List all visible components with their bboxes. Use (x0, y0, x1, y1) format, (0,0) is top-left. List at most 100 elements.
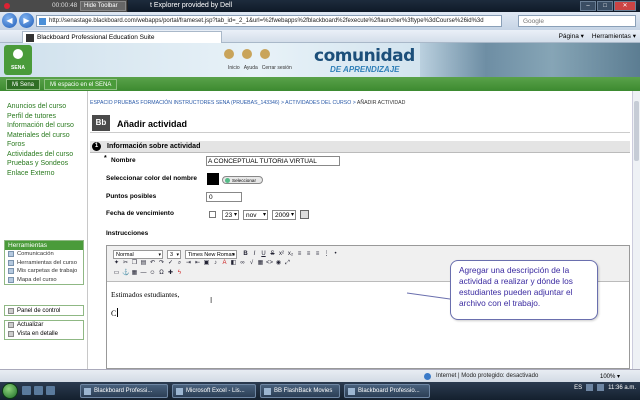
switch-windows-icon[interactable] (34, 386, 43, 395)
table-icon[interactable]: ▦ (257, 260, 264, 267)
help-icon[interactable] (242, 49, 252, 59)
editor-line-1[interactable]: Estimados estudiantes, (111, 290, 179, 299)
minimize-button[interactable]: – (580, 1, 596, 11)
back-icon[interactable]: ◀ (2, 13, 17, 28)
copy-icon[interactable]: ❐ (131, 260, 138, 267)
task-blackboard-2[interactable]: Blackboard Professio... (344, 384, 430, 398)
task-flashback[interactable]: BB FlashBack Movies (260, 384, 340, 398)
menu-item-pruebas[interactable]: Pruebas y Sondeos (7, 160, 87, 169)
html-icon[interactable]: <> (266, 260, 273, 267)
font-size-select[interactable]: 3 (167, 250, 181, 259)
insert-table-icon[interactable]: ▦ (131, 270, 138, 277)
select-color-button[interactable]: Seleccionar (222, 176, 263, 184)
subscript-icon[interactable]: x₂ (287, 251, 294, 258)
spellcheck-icon[interactable]: ✓ (167, 260, 174, 267)
indent-icon[interactable]: ⇥ (185, 260, 192, 267)
search-input[interactable]: Google (518, 15, 636, 27)
calendar-icon[interactable] (300, 210, 309, 219)
tool-carpetas[interactable]: Mis carpetas de trabajo (5, 267, 83, 276)
paste-icon[interactable]: ▤ (140, 260, 147, 267)
browser-tab[interactable]: Blackboard Professional Education Suite (22, 31, 222, 43)
tab-mi-sena[interactable]: Mi Sena (6, 79, 41, 90)
show-desktop-icon[interactable] (22, 386, 31, 395)
text-color-icon[interactable]: A (221, 260, 228, 267)
refresh-link[interactable]: Actualizar (5, 321, 83, 330)
tab-mi-espacio[interactable]: Mi espacio en el SENA (44, 79, 118, 90)
highlight-icon[interactable]: ◧ (230, 260, 237, 267)
font-family-select[interactable]: Times New Roman (185, 250, 237, 259)
editor-line-2[interactable]: C (111, 309, 116, 318)
menu-item-perfil[interactable]: Perfil de tutores (7, 113, 87, 122)
page-scrollbar[interactable] (632, 91, 640, 369)
symbol-icon[interactable]: Ω (158, 270, 165, 277)
align-left-icon[interactable]: ≡ (296, 251, 303, 258)
menu-item-anuncios[interactable]: Anuncios del curso (7, 103, 87, 112)
anchor-icon[interactable]: ⚓ (122, 270, 129, 277)
superscript-icon[interactable]: x² (278, 251, 285, 258)
home-link[interactable]: Inicio (228, 65, 240, 71)
bold-icon[interactable]: B (242, 251, 249, 258)
network-icon[interactable] (586, 384, 594, 391)
task-excel[interactable]: Microsoft Excel - Lis... (172, 384, 256, 398)
logout-icon[interactable] (260, 49, 270, 59)
flash-icon[interactable]: ϟ (176, 270, 183, 277)
align-center-icon[interactable]: ≡ (305, 251, 312, 258)
points-input[interactable]: 0 (206, 192, 242, 202)
language-indicator[interactable]: ES (574, 385, 582, 391)
paragraph-style-select[interactable]: Normal (113, 250, 163, 259)
tool-comunicacion[interactable]: Comunicación (5, 250, 83, 259)
volume-icon[interactable] (597, 384, 605, 391)
mashup-icon[interactable]: ✚ (167, 270, 174, 277)
menu-item-actividades[interactable]: Actividades del curso (7, 151, 87, 160)
tool-mapa[interactable]: Mapa del curso (5, 276, 83, 285)
menu-item-foros[interactable]: Foros (7, 141, 87, 150)
bullet-list-icon[interactable]: • (332, 251, 339, 258)
media-icon[interactable]: ♪ (212, 260, 219, 267)
hr-icon[interactable]: ― (140, 270, 147, 277)
numbered-list-icon[interactable]: ⋮ (323, 251, 330, 258)
align-right-icon[interactable]: ≡ (314, 251, 321, 258)
due-month-select[interactable]: nov (243, 210, 268, 220)
hide-toolbar-button[interactable]: Hide Toolbar (80, 1, 126, 11)
detail-view-link[interactable]: Vista en detalle (5, 330, 83, 339)
outdent-icon[interactable]: ⇤ (194, 260, 201, 267)
maximize-button[interactable]: □ (597, 1, 613, 11)
math-icon[interactable]: √ (248, 260, 255, 267)
start-button[interactable] (2, 383, 18, 399)
zoom-level[interactable]: 100% ▾ (600, 373, 620, 380)
forward-icon[interactable]: ▶ (19, 13, 34, 28)
task-blackboard-1[interactable]: Blackboard Professi... (80, 384, 168, 398)
attach-file-icon[interactable]: ▭ (113, 270, 120, 277)
control-panel-link[interactable]: Panel de control (4, 305, 84, 316)
logout-link[interactable]: Cerrar sesión (262, 65, 292, 71)
due-date-checkbox[interactable] (209, 211, 216, 218)
sena-logo[interactable]: SENA (4, 45, 32, 75)
image-icon[interactable]: ▣ (203, 260, 210, 267)
breadcrumb-activities[interactable]: ACTIVIDADES DEL CURSO (285, 100, 351, 106)
clock[interactable]: 11:36 a.m. (608, 385, 636, 391)
browser-launch-icon[interactable] (46, 386, 55, 395)
cut-icon[interactable]: ✂ (122, 260, 129, 267)
find-icon[interactable]: ⌕ (176, 260, 183, 267)
scrollbar-thumb[interactable] (634, 101, 639, 161)
url-input[interactable]: http://senastage.blackboard.com/webapps/… (36, 15, 502, 27)
underline-icon[interactable]: U (260, 251, 267, 258)
page-menu[interactable]: Página ▾ (559, 32, 584, 40)
strikethrough-icon[interactable]: S (269, 251, 276, 258)
redo-icon[interactable]: ↷ (158, 260, 165, 267)
due-day-select[interactable]: 23 (222, 210, 239, 220)
menu-item-informacion[interactable]: Información del curso (7, 122, 87, 131)
italic-icon[interactable]: I (251, 251, 258, 258)
fullscreen-icon[interactable]: ⤢ (284, 260, 291, 267)
preview-icon[interactable]: ◉ (275, 260, 282, 267)
tool-herramientas[interactable]: Herramientas del curso (5, 259, 83, 268)
due-year-select[interactable]: 2009 (272, 210, 296, 220)
emoticon-icon[interactable]: ☺ (149, 270, 156, 277)
menu-item-materiales[interactable]: Materiales del curso (7, 132, 87, 141)
undo-icon[interactable]: ↶ (149, 260, 156, 267)
name-input[interactable]: A CONCEPTUAL TUTORIA VIRTUAL (206, 156, 340, 166)
close-button[interactable]: ✕ (614, 1, 636, 11)
tools-menu[interactable]: Herramientas ▾ (592, 32, 636, 40)
menu-item-enlace[interactable]: Enlace Externo (7, 170, 87, 179)
breadcrumb-course[interactable]: ESPACIO PRUEBAS FORMACIÓN INSTRUCTORES S… (90, 100, 280, 106)
